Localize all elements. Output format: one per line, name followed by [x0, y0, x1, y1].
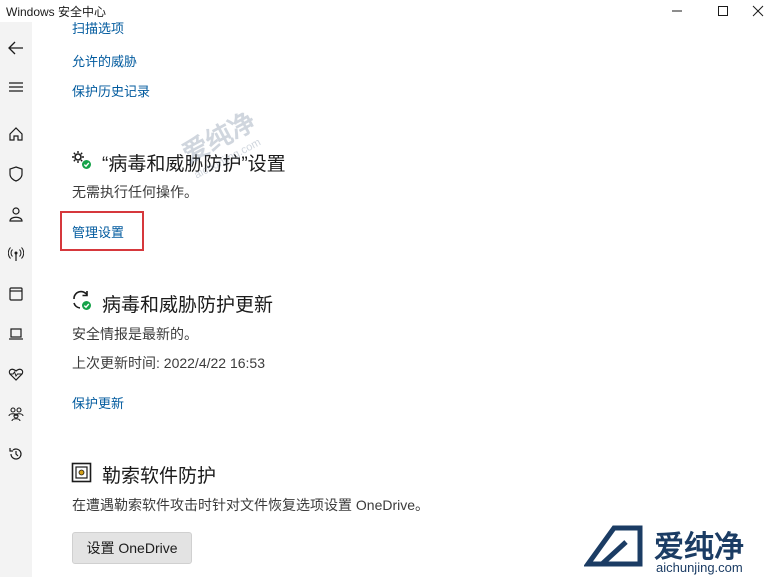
nav-device-health[interactable] — [4, 362, 28, 386]
watermark-corner: 爱纯净 aichunjing.com — [583, 520, 744, 577]
family-icon — [8, 407, 24, 422]
shield-icon — [9, 166, 23, 182]
health-heart-icon — [8, 368, 24, 381]
allowed-threats-link[interactable]: 允许的威胁 — [72, 51, 137, 70]
manage-settings-link[interactable]: 管理设置 — [72, 222, 124, 241]
nav-home[interactable] — [4, 122, 28, 146]
update-refresh-icon — [73, 290, 91, 310]
back-arrow-icon — [8, 41, 23, 55]
device-security-icon — [9, 328, 23, 340]
protection-history-link[interactable]: 保护历史记录 — [72, 81, 150, 100]
updates-section-title: 病毒和威胁防护更新 — [102, 295, 274, 316]
minimize-button[interactable] — [654, 0, 700, 22]
home-icon — [9, 127, 23, 141]
protection-updates-link[interactable]: 保护更新 — [72, 393, 124, 412]
menu-button[interactable] — [4, 75, 28, 99]
history-icon — [9, 448, 22, 460]
last-update-text: 上次更新时间: 2022/4/22 16:53 — [72, 355, 265, 371]
back-button[interactable] — [4, 36, 28, 60]
nav-virus-protection[interactable] — [4, 162, 28, 186]
account-icon — [9, 207, 23, 222]
ransomware-description: 在遭遇勒索软件攻击时针对文件恢复选项设置 OneDrive。 — [72, 497, 430, 513]
hamburger-menu-icon — [9, 82, 23, 92]
maximize-icon — [718, 6, 728, 16]
watermark-logo-icon — [583, 525, 643, 567]
nav-app-browser[interactable] — [4, 282, 28, 306]
settings-status-text: 无需执行任何操作。 — [72, 184, 198, 200]
ransomware-section-title: 勒索软件防护 — [102, 466, 217, 487]
watermark-corner-url: aichunjing.com — [656, 560, 743, 575]
close-icon — [752, 5, 764, 17]
nav-account[interactable] — [4, 202, 28, 226]
close-button[interactable] — [735, 0, 781, 22]
nav-history[interactable] — [4, 442, 28, 466]
settings-section-title: “病毒和威胁防护”设置 — [102, 154, 286, 175]
setup-onedrive-button[interactable]: 设置 OneDrive — [72, 532, 192, 564]
app-browser-icon — [9, 287, 23, 301]
title-bar: Windows 安全中心 — [0, 0, 781, 22]
watermark-corner-brand: 爱纯净 — [654, 531, 744, 564]
nav-family[interactable] — [4, 402, 28, 426]
updates-status-text: 安全情报是最新的。 — [72, 326, 198, 342]
navigation-rail — [0, 22, 32, 577]
scan-options-link[interactable]: 扫描选项 — [72, 22, 124, 37]
minimize-icon — [672, 10, 682, 12]
nav-firewall[interactable] — [4, 242, 28, 266]
settings-gear-icon — [72, 151, 91, 169]
window-title: Windows 安全中心 — [6, 5, 107, 19]
main-content: 扫描选项 允许的威胁 保护历史记录 “病毒和威胁防护”设置 无需执行任何操作。 … — [32, 22, 781, 577]
ransomware-folder-icon — [71, 462, 92, 483]
network-icon — [8, 247, 24, 261]
nav-device-security[interactable] — [4, 322, 28, 346]
